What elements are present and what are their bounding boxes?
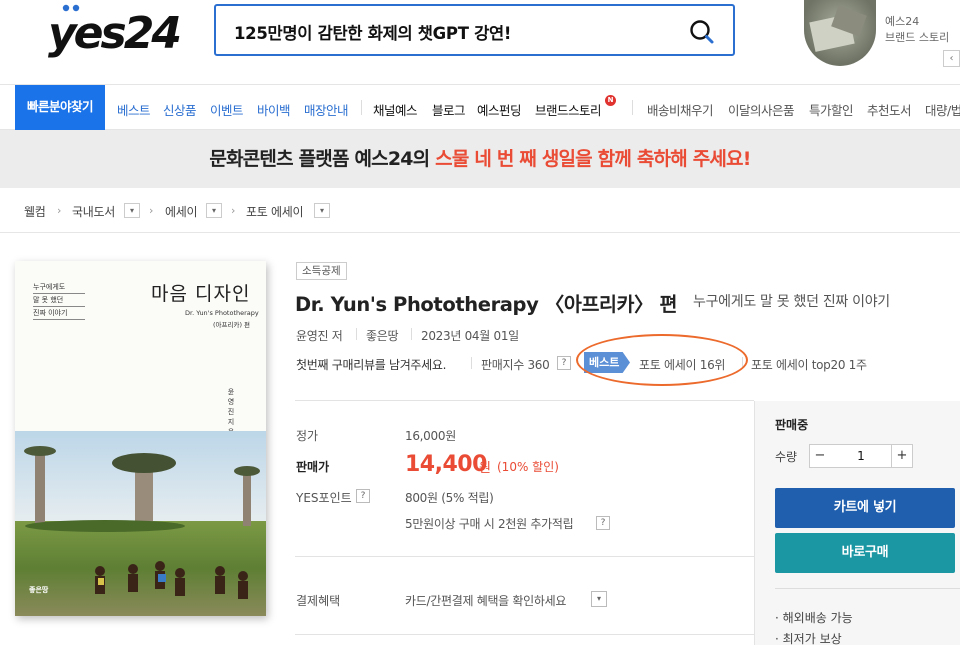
breadcrumb-photo-essay[interactable]: 포토 에세이 bbox=[246, 203, 304, 220]
breadcrumb-domestic-books[interactable]: 국내도서 bbox=[72, 203, 115, 220]
yes24-logo[interactable]: yes24 bbox=[46, 2, 186, 58]
discount-rate: (10% 할인) bbox=[497, 460, 559, 474]
brand-story-image[interactable] bbox=[804, 0, 876, 66]
divider bbox=[295, 400, 754, 401]
nav-item-event[interactable]: 이벤트 bbox=[210, 100, 244, 119]
help-icon[interactable]: ? bbox=[596, 516, 610, 530]
meta-divider bbox=[411, 328, 412, 340]
yes-points-extra: 5만원이상 구매 시 2천원 추가적립 bbox=[405, 517, 574, 531]
nav-item-bulk[interactable]: 대량/법 bbox=[925, 100, 960, 119]
sale-price-label: 판매가 bbox=[296, 460, 330, 474]
add-to-cart-button[interactable]: 카트에 넣기 bbox=[775, 488, 955, 528]
nav-item-special-sale[interactable]: 특가할인 bbox=[809, 100, 854, 119]
search-icon[interactable] bbox=[689, 19, 715, 45]
cover-photo bbox=[15, 431, 266, 616]
chevron-down-icon[interactable]: ▾ bbox=[206, 203, 222, 218]
chevron-down-icon[interactable]: ▾ bbox=[591, 591, 607, 607]
sale-status: 판매중 bbox=[775, 418, 809, 432]
quantity-decrease-button[interactable]: − bbox=[809, 444, 831, 468]
chevron-right-icon: › bbox=[149, 204, 154, 217]
lowest-price-note[interactable]: · 최저가 보상 bbox=[775, 630, 842, 645]
nav-item-best[interactable]: 베스트 bbox=[117, 100, 151, 119]
search-input[interactable]: 125만명이 감탄한 화제의 챗GPT 강연! bbox=[234, 20, 511, 44]
payment-benefit-value[interactable]: 카드/간편결제 혜택을 확인하세요 bbox=[405, 592, 566, 609]
nav-item-blog[interactable]: 블로그 bbox=[432, 100, 466, 119]
breadcrumb-essay[interactable]: 에세이 bbox=[165, 203, 198, 220]
sale-price-value: 14,400 bbox=[405, 452, 487, 477]
product-subtitle: 누구에게도 말 못 했던 진짜 이야기 bbox=[693, 294, 890, 310]
svg-text:yes24: yes24 bbox=[48, 8, 179, 58]
cover-title: 마음 디자인 bbox=[151, 283, 251, 305]
main-nav: 빠른분야찾기 베스트 신상품 이벤트 바이백 매장안내 채널예스 블로그 예스펀… bbox=[0, 84, 960, 130]
nav-item-new[interactable]: 신상품 bbox=[163, 100, 197, 119]
review-prompt-link[interactable]: 첫번째 구매리뷰를 남겨주세요. bbox=[296, 356, 446, 373]
cover-tagline: 누구에게도 말 못 했던 진짜 이야기 bbox=[33, 281, 85, 320]
category-finder-button[interactable]: 빠른분야찾기 bbox=[15, 85, 105, 130]
author-link[interactable]: 윤영진 저 bbox=[296, 327, 343, 344]
sale-price-unit: 원 bbox=[479, 461, 491, 476]
chevron-down-icon[interactable]: ▾ bbox=[124, 203, 140, 218]
divider bbox=[295, 634, 754, 635]
help-icon[interactable]: ? bbox=[557, 356, 571, 370]
yes-points-value: 800원 (5% 적립) bbox=[405, 491, 494, 505]
quantity-increase-button[interactable]: + bbox=[891, 444, 913, 468]
quantity-input[interactable]: 1 bbox=[830, 444, 892, 468]
new-badge: N bbox=[605, 95, 616, 106]
publish-date: 2023년 04월 01일 bbox=[421, 329, 519, 343]
divider bbox=[295, 556, 754, 557]
meta-divider bbox=[471, 357, 472, 369]
nav-divider bbox=[361, 100, 362, 115]
buy-now-button[interactable]: 바로구매 bbox=[775, 533, 955, 573]
publisher-link[interactable]: 좋은땅 bbox=[366, 327, 399, 344]
meta-divider bbox=[356, 328, 357, 340]
list-price-label: 정가 bbox=[296, 429, 319, 443]
payment-benefit-label: 결제혜택 bbox=[296, 594, 341, 608]
cover-publisher: 좋은땅 bbox=[29, 586, 49, 594]
list-price-value: 16,000원 bbox=[405, 429, 456, 443]
cover-subtitle: Dr. Yun's Phototherapy bbox=[185, 309, 259, 317]
overseas-shipping-note[interactable]: · 해외배송 가능 bbox=[775, 609, 853, 626]
nav-divider bbox=[632, 100, 633, 115]
quantity-label: 수량 bbox=[775, 450, 798, 464]
sales-index: 판매지수 360 bbox=[481, 358, 550, 372]
nav-item-store[interactable]: 매장안내 bbox=[304, 100, 349, 119]
help-icon[interactable]: ? bbox=[356, 489, 370, 503]
chevron-right-icon: › bbox=[57, 204, 62, 217]
divider bbox=[775, 588, 960, 589]
yes-points-label: YES포인트 bbox=[296, 491, 352, 505]
anniversary-banner[interactable]: 문화콘텐츠 플랫폼 예스24의 스물 네 번 째 생일을 함께 축하해 주세요! bbox=[0, 130, 960, 188]
nav-item-buyback[interactable]: 바이백 bbox=[257, 100, 291, 119]
nav-item-yes-funding[interactable]: 예스펀딩 bbox=[477, 100, 522, 119]
tax-deduction-tag: 소득공제 bbox=[296, 262, 347, 280]
chevron-right-icon: › bbox=[231, 204, 236, 217]
chevron-down-icon[interactable]: ▾ bbox=[314, 203, 330, 218]
nav-item-recommended[interactable]: 추천도서 bbox=[867, 100, 912, 119]
brand-prev-button[interactable]: ‹ bbox=[943, 50, 960, 67]
product-title: Dr. Yun's Phototherapy 〈아프리카〉 편 bbox=[295, 293, 678, 316]
book-cover[interactable]: 누구에게도 말 못 했던 진짜 이야기 마음 디자인 Dr. Yun's Pho… bbox=[15, 261, 266, 616]
breadcrumb-home[interactable]: 웰컴 bbox=[24, 203, 46, 220]
cover-author: 윤영진 지음 bbox=[227, 388, 235, 436]
nav-item-channel-yes[interactable]: 채널예스 bbox=[373, 100, 418, 119]
nav-item-shipping-fill[interactable]: 배송비채우기 bbox=[647, 100, 714, 119]
top20-weeks-link[interactable]: 포토 에세이 top20 1주 bbox=[751, 356, 867, 373]
breadcrumb: 웰컴 › 국내도서 ▾ › 에세이 ▾ › 포토 에세이 ▾ bbox=[0, 188, 960, 233]
brand-story-link[interactable]: 예스24 브랜드 스토리 bbox=[885, 14, 949, 46]
highlight-ring bbox=[576, 334, 748, 386]
cover-subtitle-2: (아프리카) 편 bbox=[213, 321, 251, 329]
search-box[interactable]: 125만명이 감탄한 화제의 챗GPT 강연! bbox=[214, 4, 735, 56]
nav-item-brand-story[interactable]: 브랜드스토리 bbox=[535, 100, 602, 119]
nav-item-monthly-gift[interactable]: 이달의사은품 bbox=[728, 100, 795, 119]
